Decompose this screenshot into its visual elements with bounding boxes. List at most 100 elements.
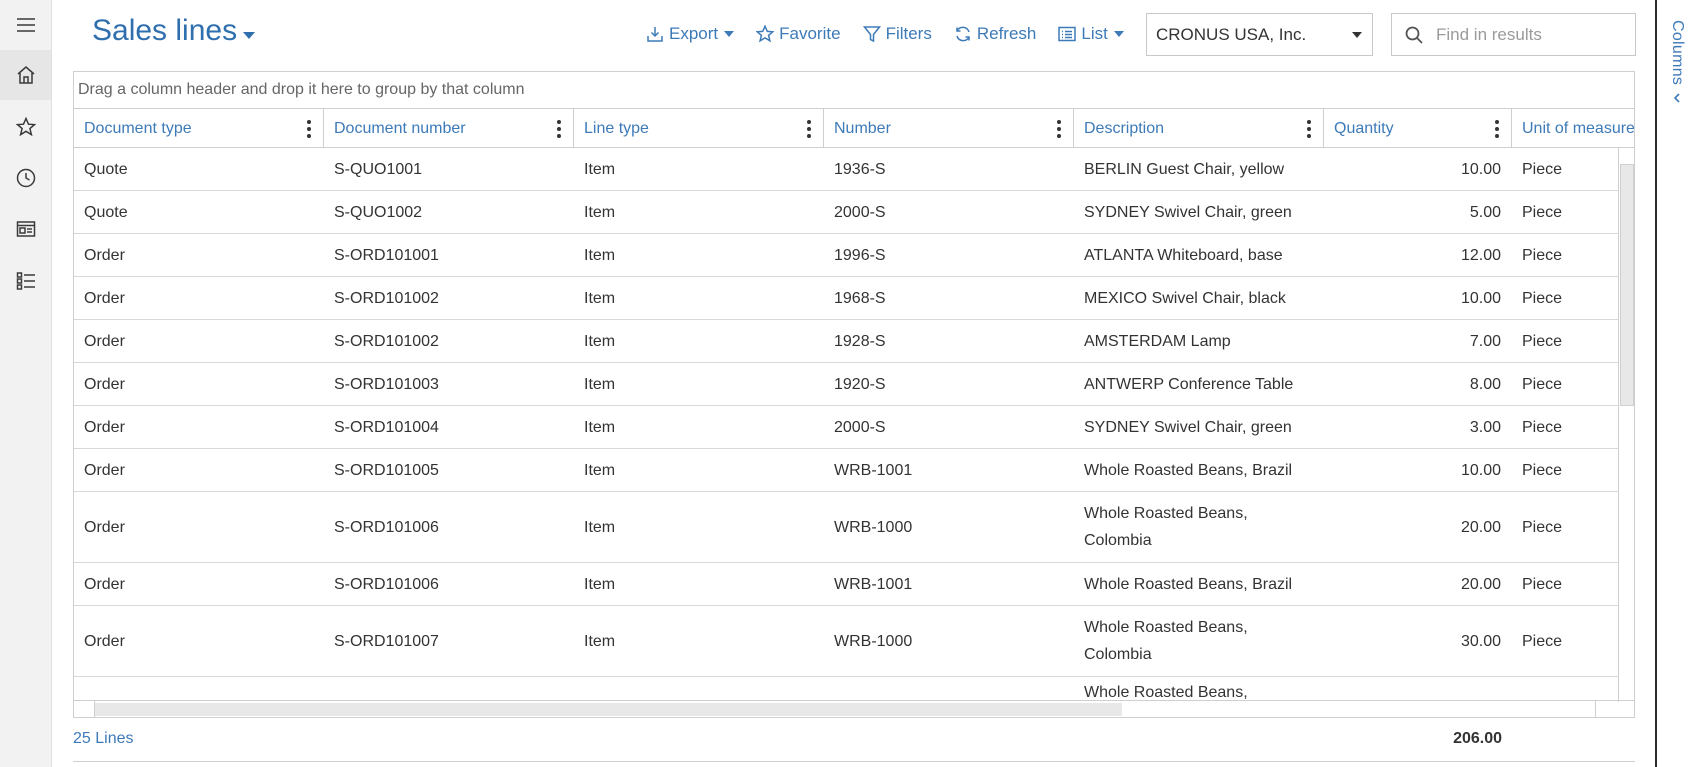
horizontal-scrollbar[interactable] [74,700,1634,717]
column-header-number[interactable]: Number [824,109,1074,148]
filters-label: Filters [885,24,932,43]
refresh-button[interactable]: Refresh [954,24,1036,44]
cell-quantity: 3.00 [1469,418,1501,436]
column-header-unit-of-measure[interactable]: Unit of measure [1512,109,1634,148]
column-header-quantity[interactable]: Quantity [1324,109,1512,148]
cell-quantity: 5.00 [1469,203,1501,221]
cell-document-type: Quote [84,203,128,221]
table-row[interactable]: Order S-ORD101001 Item 1996-S ATLANTA Whiteb… [74,234,1618,277]
table-row[interactable]: Order S-ORD101005 Item WRB-1001 Whole Roaste… [74,449,1618,492]
cell-number: 1936-S [834,160,886,178]
table-row[interactable]: Order S-ORD101002 Item 1968-S MEXICO Swivel … [74,277,1618,320]
cell-number: 1996-S [834,246,886,264]
vertical-scrollbar-thumb[interactable] [1620,164,1634,406]
cell-document-number[interactable]: S-ORD101002 [324,320,574,362]
column-header-document-type[interactable]: Document type [74,109,324,148]
nav-lists-button[interactable] [0,256,51,306]
cell-document-type: Order [84,332,125,350]
cell-document-number[interactable] [324,677,574,702]
column-header-label: Line type [584,119,649,137]
hamburger-menu-button[interactable] [0,0,51,50]
cell-document-number[interactable]: S-ORD101007 [324,606,574,676]
cell-description: BERLIN Guest Chair, yellow [1084,160,1285,178]
left-nav [0,0,52,767]
cell-number: WRB-1000 [834,632,913,650]
column-menu-icon[interactable] [557,120,561,138]
cell-quantity: 8.00 [1469,375,1501,393]
list-icon [16,272,35,290]
table-row[interactable]: Order S-ORD101006 Item WRB-1000 Whole Roaste… [74,492,1618,563]
page-title-menu[interactable]: Sales lines [92,14,256,48]
cell-document-number[interactable]: S-QUO1001 [324,148,574,190]
column-header-label: Number [834,119,891,137]
cell-unit-of-measure: Piece [1522,246,1563,264]
table-row[interactable]: Whole Roasted Beans, [74,677,1618,702]
grid-body: Quote S-QUO1001 Item 1936-S BERLIN Guest Cha… [74,148,1618,702]
list-view-icon [1058,26,1077,42]
cell-document-type: Quote [84,160,128,178]
grid-header-row: Document type Document number Line type Num… [74,109,1634,148]
favorite-button[interactable]: Favorite [756,24,841,44]
grid-footer: 25 Lines 206.00 [73,718,1635,762]
cell-document-number[interactable]: S-ORD101005 [324,449,574,491]
cell-document-type: Order [84,289,125,307]
nav-favorites-button[interactable] [0,102,51,152]
clock-icon [16,168,35,188]
cell-document-number[interactable]: S-ORD101006 [324,563,574,605]
lines-count[interactable]: 25 Lines [73,730,134,748]
table-row[interactable]: Quote S-QUO1002 Item 2000-S SYDNEY Swivel Ch… [74,191,1618,234]
column-header-label: Description [1084,119,1165,137]
cell-unit-of-measure: Piece [1522,332,1563,350]
column-menu-icon[interactable] [807,120,811,138]
workspace-icon [16,221,35,237]
table-row[interactable]: Quote S-QUO1001 Item 1936-S BERLIN Guest Cha… [74,148,1618,191]
column-menu-icon[interactable] [1057,120,1061,138]
filter-icon [862,26,881,43]
filters-button[interactable]: Filters [862,24,932,44]
column-header-document-number[interactable]: Document number [324,109,574,148]
table-row[interactable]: Order S-ORD101003 Item 1920-S ANTWERP Confer… [74,363,1618,406]
cell-document-number[interactable]: S-QUO1002 [324,191,574,233]
cell-line-type: Item [584,418,616,436]
table-row[interactable]: Order S-ORD101007 Item WRB-1000 Whole Roaste… [74,606,1618,677]
search-input[interactable] [1436,24,1626,45]
table-row[interactable]: Order S-ORD101004 Item 2000-S SYDNEY Swivel … [74,406,1618,449]
download-icon [647,27,663,42]
cell-document-number[interactable]: S-ORD101001 [324,234,574,276]
table-row[interactable]: Order S-ORD101002 Item 1928-S AMSTERDAM Lamp… [74,320,1618,363]
cell-description: ATLANTA Whiteboard, base [1084,246,1283,264]
cell-quantity: 12.00 [1460,246,1501,264]
horizontal-scrollbar-thumb[interactable] [95,703,1122,716]
column-header-label: Document type [84,119,192,137]
group-by-drop-zone[interactable]: Drag a column header and drop it here to… [74,72,1634,109]
cell-description: MEXICO Swivel Chair, black [1084,289,1286,307]
cell-line-type: Item [584,461,616,479]
column-header-line-type[interactable]: Line type [574,109,824,148]
cell-number: WRB-1001 [834,575,913,593]
search-box [1391,13,1636,56]
column-menu-icon[interactable] [1495,120,1499,138]
column-menu-icon[interactable] [1307,120,1311,138]
company-select-value: CRONUS USA, Inc. [1156,24,1307,44]
column-menu-icon[interactable] [307,120,311,138]
page-title: Sales lines [92,14,238,47]
cell-document-number[interactable]: S-ORD101002 [324,277,574,319]
list-view-button[interactable]: List [1058,24,1124,44]
columns-panel-rail: Columns [1655,0,1697,767]
cell-document-number[interactable]: S-ORD101004 [324,406,574,448]
table-row[interactable]: Order S-ORD101006 Item WRB-1001 Whole Roaste… [74,563,1618,606]
vertical-scrollbar[interactable] [1618,148,1634,702]
nav-recent-button[interactable] [0,153,51,203]
column-header-description[interactable]: Description [1074,109,1324,148]
cell-document-number[interactable]: S-ORD101006 [324,492,574,562]
cell-description: Whole Roasted Beans, [1084,684,1248,701]
horizontal-scrollbar-track[interactable] [94,701,1596,717]
cell-document-number[interactable]: S-ORD101003 [324,363,574,405]
total-quantity: 206.00 [1453,730,1502,747]
cell-unit-of-measure: Piece [1522,418,1563,436]
nav-workspaces-button[interactable] [0,204,51,254]
company-select[interactable]: CRONUS USA, Inc. [1146,13,1373,56]
columns-panel-toggle[interactable]: Columns [1657,20,1697,130]
nav-home-button[interactable] [0,50,51,100]
export-button[interactable]: Export [646,24,735,44]
